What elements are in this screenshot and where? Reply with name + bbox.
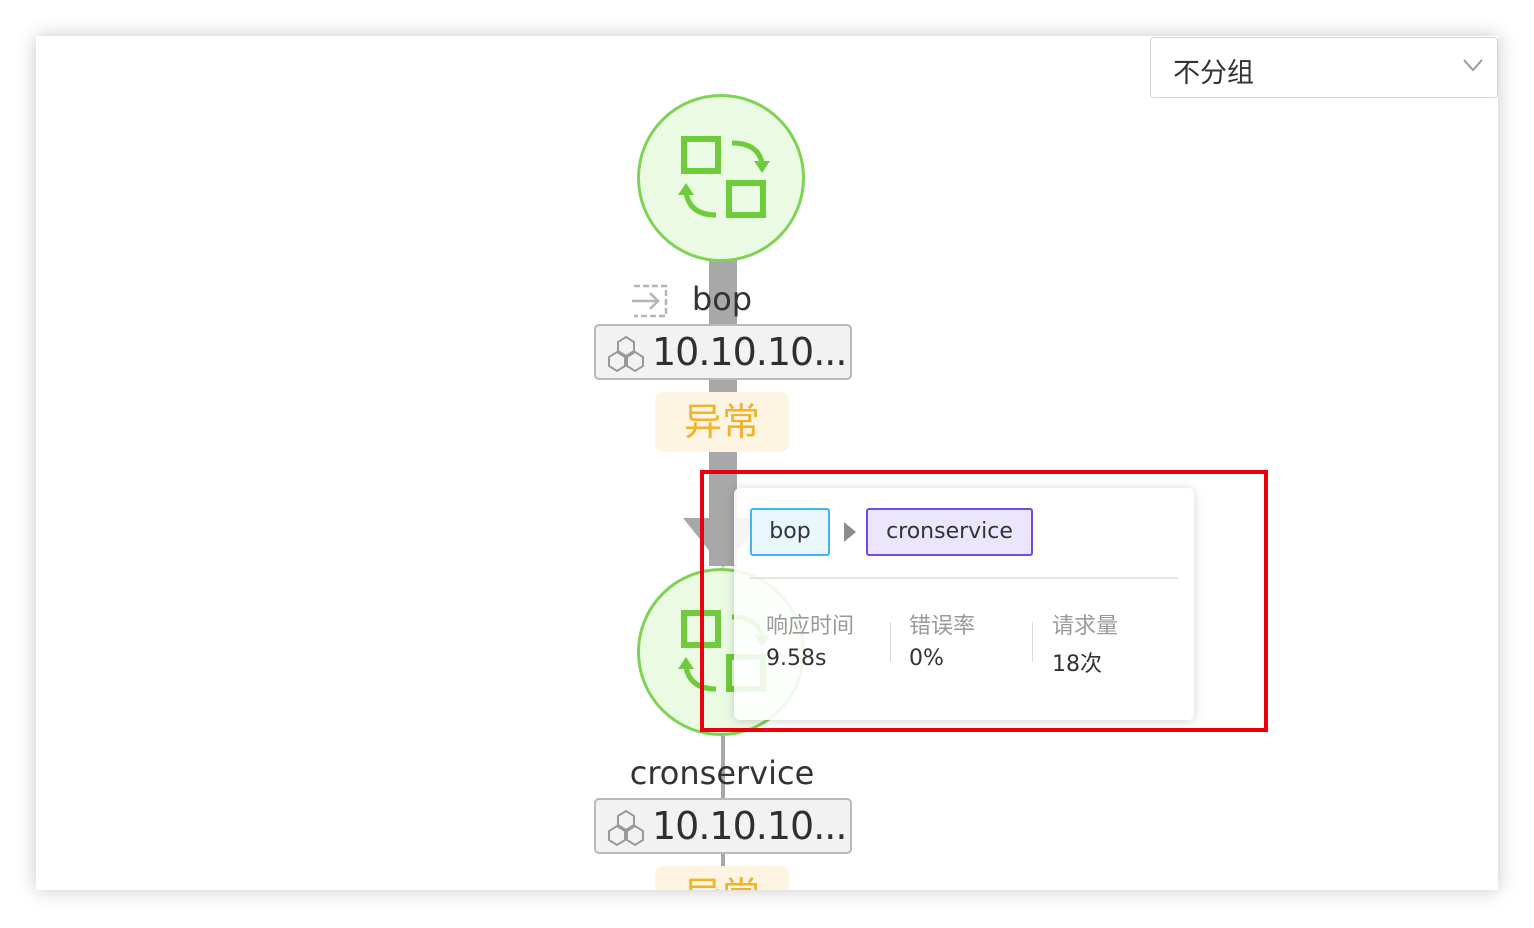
node-bop-ip[interactable]: 10.10.10... (594, 324, 852, 380)
group-select-value: 不分组 (1173, 58, 1254, 89)
highlight-box (700, 470, 1268, 732)
node-cronservice-name: cronservice (629, 754, 815, 792)
cluster-icon (608, 335, 644, 373)
node-cronservice-status-badge: 异常 (655, 866, 789, 890)
group-select[interactable]: 不分组 (1150, 37, 1498, 98)
node-bop-circle[interactable] (637, 94, 805, 262)
ip-text: 10.10.10... (652, 804, 847, 848)
ip-text: 10.10.10... (652, 330, 847, 374)
node-bop-name: bop (691, 280, 753, 318)
node-cronservice-ip[interactable]: 10.10.10... (594, 798, 852, 854)
node-bop-status-badge: 异常 (655, 392, 789, 452)
topology-window: 不分组 bop 10.10.10... 异常 cronservice 10.10… (36, 36, 1498, 890)
service-sync-icon (678, 136, 770, 218)
chevron-down-icon (1463, 59, 1483, 72)
cluster-icon (608, 809, 644, 847)
